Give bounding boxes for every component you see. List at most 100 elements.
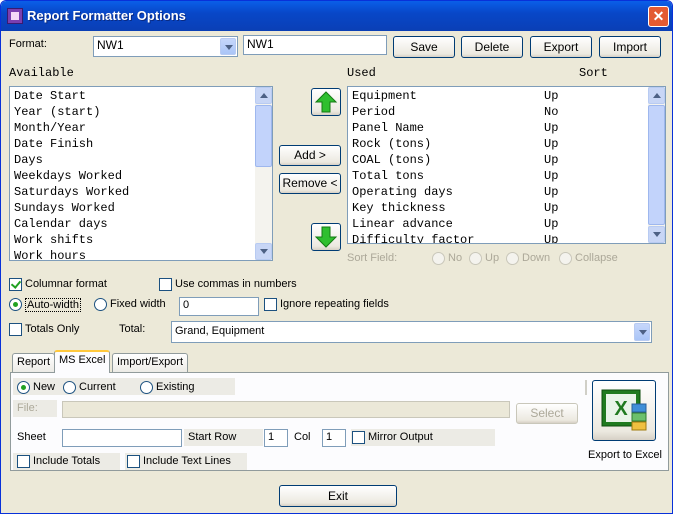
ms-excel-panel: New Current Existing File: Select Sheet … <box>10 372 669 471</box>
close-button[interactable]: ✕ <box>648 6 669 27</box>
scroll-up-arrow-icon[interactable] <box>255 87 272 104</box>
scroll-down-arrow-icon[interactable] <box>648 226 665 243</box>
sort-up-radio[interactable] <box>469 252 482 265</box>
scroll-up-arrow-icon[interactable] <box>648 87 665 104</box>
app-icon <box>7 8 23 24</box>
available-item[interactable]: Work hours <box>10 248 272 260</box>
mirror-output-label: Mirror Output <box>368 431 433 443</box>
columnar-format-label: Columnar format <box>25 278 107 290</box>
columnar-format-checkbox[interactable] <box>9 278 22 291</box>
ignore-repeating-checkbox[interactable] <box>264 298 277 311</box>
available-item[interactable]: Days <box>10 152 272 168</box>
totals-only-checkbox[interactable] <box>9 323 22 336</box>
use-commas-checkbox[interactable] <box>159 278 172 291</box>
available-heading: Available <box>9 66 74 80</box>
used-item[interactable]: Period No <box>348 104 665 120</box>
used-item-sort: Up <box>544 201 559 215</box>
used-item-sort: Up <box>544 121 559 135</box>
import-button[interactable]: Import <box>599 36 661 58</box>
tab-report[interactable]: Report <box>12 353 56 372</box>
used-item[interactable]: Equipment Up <box>348 88 665 104</box>
sort-down-radio[interactable] <box>506 252 519 265</box>
move-down-button[interactable] <box>311 223 341 251</box>
existing-radio[interactable] <box>140 381 153 394</box>
existing-label: Existing <box>156 381 195 393</box>
sort-no-radio[interactable] <box>432 252 445 265</box>
export-button-label: Export <box>543 40 579 54</box>
include-text-lines-checkbox[interactable] <box>127 455 140 468</box>
format-select[interactable]: NW1 <box>93 36 238 57</box>
scroll-thumb[interactable] <box>648 105 665 225</box>
import-button-label: Import <box>612 40 647 54</box>
export-to-excel-button[interactable]: X <box>592 380 656 441</box>
format-name-input[interactable]: NW1 <box>243 35 387 55</box>
ignore-repeating-label: Ignore repeating fields <box>280 298 389 310</box>
used-item[interactable]: Key thickness Up <box>348 200 665 216</box>
available-item[interactable]: Sundays Worked <box>10 200 272 216</box>
used-item-name: Total tons <box>352 169 425 183</box>
total-select[interactable]: Grand, Equipment <box>171 321 652 343</box>
col-input[interactable]: 1 <box>322 429 346 447</box>
tab-import-export[interactable]: Import/Export <box>112 353 189 372</box>
select-button[interactable]: Select <box>516 403 578 424</box>
sheet-input[interactable] <box>62 429 182 447</box>
used-item[interactable]: Rock (tons) Up <box>348 136 665 152</box>
used-heading: Used <box>347 66 376 80</box>
used-list[interactable]: Equipment Up Period No Panel Name Up Rock (… <box>347 86 666 244</box>
used-item[interactable]: Linear advance Up <box>348 216 665 232</box>
total-dropdown-chevron-icon[interactable] <box>634 323 650 341</box>
available-item[interactable]: Date Finish <box>10 136 272 152</box>
used-item[interactable]: Panel Name Up <box>348 120 665 136</box>
new-radio[interactable] <box>17 381 30 394</box>
add-button[interactable]: Add > <box>279 145 341 166</box>
sort-down-label: Down <box>522 252 551 264</box>
used-item-sort: Up <box>544 89 559 103</box>
include-totals-checkbox[interactable] <box>17 455 30 468</box>
used-item[interactable]: Operating days Up <box>348 184 665 200</box>
available-item[interactable]: Month/Year <box>10 120 272 136</box>
auto-width-radio[interactable] <box>9 298 22 311</box>
available-item[interactable]: Saturdays Worked <box>10 184 272 200</box>
used-item[interactable]: COAL (tons) Up <box>348 152 665 168</box>
fixed-width-label: Fixed width <box>110 298 166 310</box>
sort-field-label: Sort Field: <box>347 252 398 264</box>
used-item[interactable]: Total tons Up <box>348 168 665 184</box>
exit-button[interactable]: Exit <box>279 485 397 507</box>
save-button-label: Save <box>410 40 438 54</box>
save-button[interactable]: Save <box>393 36 455 58</box>
available-item[interactable]: Work shifts <box>10 232 272 248</box>
export-button[interactable]: Export <box>530 36 592 58</box>
delete-button[interactable]: Delete <box>461 36 523 58</box>
sort-collapse-label: Collapse <box>575 252 618 264</box>
fixed-width-radio[interactable] <box>94 298 107 311</box>
scroll-thumb[interactable] <box>255 105 272 167</box>
tab-ms-excel[interactable]: MS Excel <box>54 350 111 373</box>
width-input[interactable]: 0 <box>179 297 259 316</box>
used-item-sort: Up <box>544 233 559 244</box>
current-radio[interactable] <box>63 381 76 394</box>
green-down-arrow-icon <box>314 226 338 248</box>
available-scrollbar[interactable] <box>255 87 272 260</box>
used-item-name: Difficulty factor <box>352 233 475 244</box>
available-item[interactable]: Calendar days <box>10 216 272 232</box>
mirror-output-checkbox[interactable] <box>352 431 365 444</box>
sort-collapse-radio[interactable] <box>559 252 572 265</box>
used-scrollbar[interactable] <box>648 87 665 243</box>
used-item[interactable]: Difficulty factor Up <box>348 232 665 244</box>
title-bar[interactable]: Report Formatter Options ✕ <box>1 1 672 31</box>
remove-button[interactable]: Remove < <box>279 173 341 194</box>
available-item[interactable]: Date Start <box>10 88 272 104</box>
used-item-name: Period <box>352 105 396 119</box>
format-dropdown-chevron-icon[interactable] <box>220 38 236 55</box>
available-item[interactable]: Weekdays Worked <box>10 168 272 184</box>
used-item-name: Key thickness <box>352 201 446 215</box>
available-item[interactable]: Year (start) <box>10 104 272 120</box>
file-input[interactable] <box>62 401 510 418</box>
move-up-button[interactable] <box>311 88 341 116</box>
available-list[interactable]: Date Start Year (start) Month/Year Date … <box>9 86 273 261</box>
scroll-down-arrow-icon[interactable] <box>255 243 272 260</box>
format-select-value: NW1 <box>97 38 124 52</box>
include-text-lines-label: Include Text Lines <box>143 455 231 467</box>
start-row-input[interactable]: 1 <box>264 429 288 447</box>
delete-button-label: Delete <box>474 40 510 54</box>
